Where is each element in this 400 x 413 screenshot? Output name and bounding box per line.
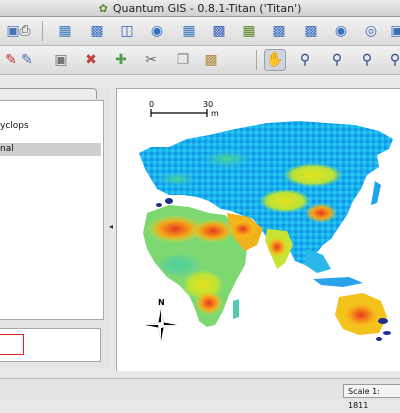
north-arrow-label: N [158,298,165,307]
overview-button[interactable]: ▩ [300,20,322,42]
add-raster-layer-icon: ▩ [90,23,104,39]
zoom-full-button[interactable]: ⚲ [356,49,378,71]
eye-closed-icon: ◎ [364,23,378,39]
edit-toolbar: ✎ ✎ ▣ ✖ ✚ ✂ ❐ ▩ ✋ ⚲ ⚲ ⚲ ⚲ [0,46,400,75]
print-icon: ⎙ [19,23,31,39]
legend-item-label: nal [0,144,14,154]
add-wms-layer-button[interactable]: ◉ [146,20,168,42]
pan-button[interactable]: ✋ [264,49,286,71]
landmass-southeast-asia [305,249,331,273]
zoom-layer-button[interactable]: ⚲ [384,49,400,71]
map-render: 0 30 m N [139,100,393,341]
map-overview-panel [0,328,101,362]
map-canvas[interactable]: 0 30 m N [116,88,400,371]
add-layer-icon: ▩ [272,23,286,39]
zoom-in-icon: ⚲ [299,52,311,68]
new-vector-layer-icon: ▦ [58,23,72,39]
delete-icon: ✖ [85,52,97,68]
new-vector-layer-button[interactable]: ▦ [54,20,76,42]
eye-icon: ◉ [334,23,348,39]
grass-icon: ▦ [182,23,196,39]
zoom-full-icon: ⚲ [361,52,373,68]
copy-button[interactable]: ❐ [172,49,194,71]
grass-tools-button[interactable]: ▦ [178,20,200,42]
pan-icon: ✋ [266,52,284,68]
window-title: Quantum GIS - 0.8.1-Titan ('Titan') [112,1,302,15]
scale-bar-label-end: 30 [203,100,213,109]
plugin-icon: ▦ [242,23,256,39]
cut-icon: ✂ [145,52,157,68]
toolbar-separator [256,50,257,70]
landmass-japan [371,181,381,205]
stop-edit-icon: ▣ [54,52,68,68]
copy-icon: ❐ [176,52,190,68]
file-toolbar: ▣ ⎙ ▦ ▩ ◫ ◉ ▦ ▩ ▦ ▩ ▩ ◉ ◎ ▣ [0,17,400,46]
dock-splitter-arrow-icon[interactable]: ◂ [109,222,113,231]
stop-edit-button[interactable]: ▣ [50,49,72,71]
legend-item-label: yclops [0,121,29,131]
scale-bar-label-start: 0 [149,100,154,109]
legend-item-selected[interactable]: nal [0,143,101,156]
map-composer-button[interactable]: ▩ [208,20,230,42]
window-titlebar: ✿ Quantum GIS - 0.8.1-Titan ('Titan') [0,0,400,17]
scale-display[interactable]: Scale 1: 1811 [343,384,400,410]
show-all-button[interactable]: ◉ [330,20,352,42]
overview-extent-box[interactable] [0,334,24,355]
zoom-out-button[interactable]: ⚲ [326,49,348,71]
plugin-manager-button[interactable]: ▦ [238,20,260,42]
zoom-out-icon: ⚲ [331,52,343,68]
database-icon: ◫ [120,23,134,39]
add-layer-button[interactable]: ▩ [268,20,290,42]
scale-bar: 0 30 m [149,100,219,118]
print-button[interactable]: ⎙ [14,20,36,42]
legend-item-layer[interactable]: yclops [0,121,29,131]
zoom-layer-icon: ⚲ [389,52,400,68]
paste-icon: ▩ [204,52,218,68]
qgis-logo-icon: ✿ [98,1,108,15]
legend-panel: yclops nal [0,100,104,320]
zoom-in-button[interactable]: ⚲ [294,49,316,71]
move-feature-button[interactable]: ✚ [110,49,132,71]
add-postgis-layer-button[interactable]: ◫ [116,20,138,42]
capture-button[interactable]: ▣ [386,20,400,42]
scale-bar-unit: m [211,109,219,118]
legend-tab[interactable] [0,88,97,99]
toolbar-separator [42,21,43,41]
edit-button[interactable]: ✎ [16,49,38,71]
north-arrow-icon: N [145,298,177,341]
map-composer-icon: ▩ [212,23,226,39]
status-bar: Scale 1: 1811 [0,378,400,410]
map-overview-icon: ▩ [304,23,318,39]
landmass-madagascar [233,299,239,319]
edit-icon: ✎ [21,52,33,68]
add-raster-layer-button[interactable]: ▩ [86,20,108,42]
cut-button[interactable]: ✂ [140,49,162,71]
move-feature-icon: ✚ [115,52,127,68]
paste-button[interactable]: ▩ [200,49,222,71]
hide-all-button[interactable]: ◎ [360,20,382,42]
globe-icon: ◉ [150,23,164,39]
capture-icon: ▣ [390,23,400,39]
landmass-indonesia [313,277,363,287]
delete-feature-button[interactable]: ✖ [80,49,102,71]
